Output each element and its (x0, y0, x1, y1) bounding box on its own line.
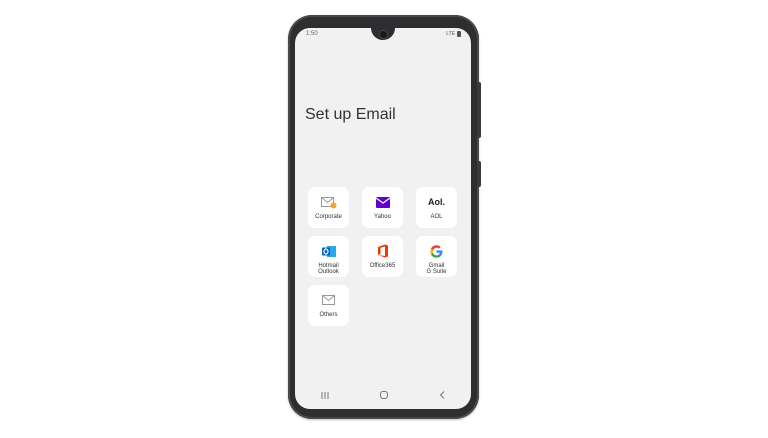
envelope-gear-icon (320, 193, 337, 211)
provider-label: Yahoo (374, 214, 391, 220)
provider-label: Hotmail Outlook (318, 263, 339, 275)
outlook-icon (321, 242, 336, 260)
home-icon[interactable] (379, 391, 388, 401)
provider-aol[interactable]: Aol. AOL (416, 187, 457, 228)
provider-others[interactable]: Others (308, 285, 349, 326)
provider-label: Others (319, 312, 338, 318)
status-icons: LTE (446, 31, 461, 37)
provider-label: AOL (430, 214, 443, 220)
camera-notch (371, 28, 395, 40)
provider-gmail[interactable]: Gmail G Suite (416, 236, 457, 277)
office365-icon (377, 242, 389, 260)
back-icon[interactable] (439, 391, 445, 401)
provider-label: Gmail G Suite (426, 263, 447, 275)
battery-icon (457, 31, 461, 37)
yahoo-mail-icon (375, 193, 390, 211)
provider-corporate[interactable]: Corporate (308, 187, 349, 228)
volume-button (477, 82, 481, 138)
phone-screen: 1:50 LTE Set up Email Corporate Yahoo Ao… (295, 28, 471, 409)
provider-yahoo[interactable]: Yahoo (362, 187, 403, 228)
envelope-icon (322, 291, 335, 309)
provider-outlook[interactable]: Hotmail Outlook (308, 236, 349, 277)
page-title: Set up Email (305, 106, 396, 123)
provider-label: Office365 (369, 263, 396, 269)
signal-indicator: LTE (446, 31, 455, 37)
power-button (477, 161, 481, 187)
navigation-bar (295, 388, 471, 404)
status-time: 1:50 (306, 31, 318, 37)
aol-logo: Aol. (428, 197, 445, 207)
provider-office365[interactable]: Office365 (362, 236, 403, 277)
front-camera (379, 30, 388, 39)
google-g-icon (430, 242, 443, 260)
recent-apps-icon[interactable] (321, 391, 329, 401)
provider-label: Corporate (315, 214, 342, 220)
